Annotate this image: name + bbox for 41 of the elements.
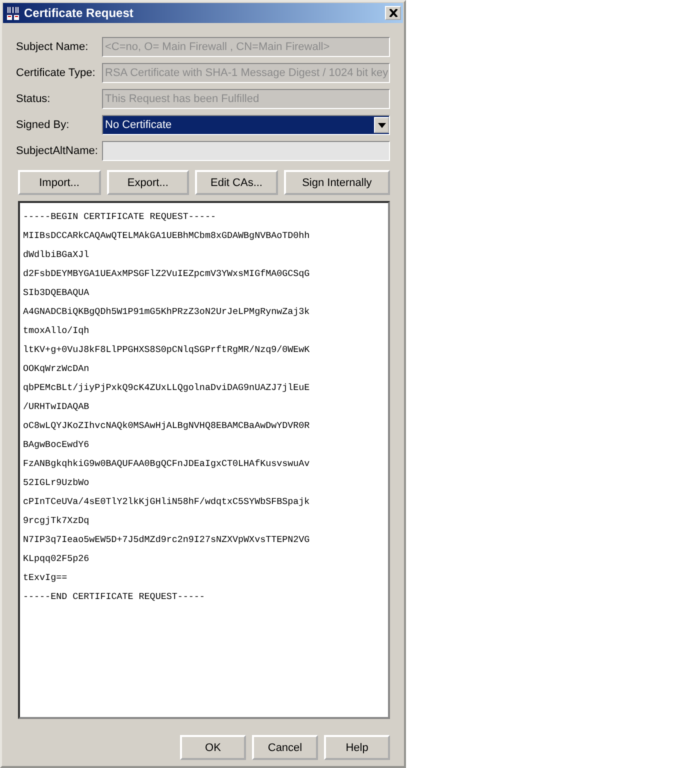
certificate-text-line: oC8wLQYJKoZIhvcNAQk0MSAwHjALBgNVHQ8EBAMCBaAwDwYDVR0R (23, 419, 311, 433)
certificate-text-line: /URHTwIDAQAB (23, 400, 90, 414)
certificate-text-line: A4GNADCBiQKBgQDh5W1P91mG5KhPRzZ3oN2UrJeLPMgRynwZaj3k (23, 305, 311, 319)
certificate-text-line: OOKqWrzWcDAn (23, 362, 90, 376)
text-field[interactable] (102, 141, 390, 161)
certificate-text-line: -----BEGIN CERTIFICATE REQUEST----- (23, 210, 217, 224)
certificate-text-line: MIIBsDCCARkCAQAwQTELMAkGA1UEBhMCbm8xGDAWBgNVBAoTD0hh (23, 229, 311, 243)
certificate-text-line: 52IGLr9UzbWo (23, 476, 90, 490)
action-button[interactable]: Import... (18, 170, 101, 195)
certificate-text-line: BAgwBocEwdY6 (23, 438, 90, 452)
action-button[interactable]: Export... (106, 170, 190, 195)
field-label: Subject Name: (16, 41, 90, 53)
dialog-button[interactable]: Cancel (252, 735, 318, 760)
certificate-text-line: qbPEMcBLt/jiyPjPxkQ9cK4ZUxLLQgolnaDviDAG9nUAZJ7jlEuE (23, 381, 311, 395)
certificate-text-line: dWdlbiBGaXJl (23, 248, 90, 262)
certificate-text-line: FzANBgkqhkiG9w0BAQUFAA0BgQCFnJDEaIgxCT0LHAfKusvswuAv (23, 457, 311, 471)
field-label: Status: (16, 93, 52, 105)
certificate-text-line: N7IP3q7Ieao5wEW5D+7J5dMZd9rc2n9I27sNZXVpWXvsTTEPN2VG (23, 533, 311, 547)
field-label: Certificate Type: (16, 67, 96, 79)
certificate-text-line: d2FsbDEYMBYGA1UEAxMPSGFlZ2VuIEZpcmV3YWxsMIGfMA0GCSqG (23, 267, 311, 281)
field-label: Signed By: (16, 119, 70, 131)
certificate-text-area[interactable] (18, 201, 390, 719)
close-icon (388, 9, 398, 17)
certificate-text-line: SIb3DQEBAQUA (23, 286, 90, 300)
certificate-text-line: 9rcgjTk7XzDq (23, 514, 90, 528)
certificate-text-line: KLpqq02F5p26 (23, 552, 90, 566)
dialog-button[interactable]: OK (180, 735, 246, 760)
certificate-text-line: cPInTCeUVa/4sE0TlY2lkKjGHliN58hF/wdqtxC5SYWbSFBSpajk (23, 495, 311, 509)
action-button[interactable]: Sign Internally (284, 170, 390, 195)
close-button[interactable] (385, 6, 401, 20)
action-button[interactable]: Edit CAs... (195, 170, 278, 195)
certificate-text-line: ltKV+g+0VuJ8kF8LlPPGHXS8S0pCNlqSGPrftRgMR/Nzq9/0WEwK (23, 343, 311, 357)
dropdown-arrow-icon (378, 122, 386, 128)
certificate-text-line: -----END CERTIFICATE REQUEST----- (23, 590, 206, 604)
certificate-text-line: tmoxAllo/Iqh (23, 324, 90, 338)
firewall-icon (5, 5, 21, 21)
dialog-button[interactable]: Help (324, 735, 390, 760)
certificate-text-line: tExvIg== (23, 571, 68, 585)
signed-by-dropdown[interactable]: No Certificate (102, 115, 390, 135)
field-label: SubjectAltName: (16, 145, 99, 157)
window-title: Certificate Request (24, 6, 134, 20)
